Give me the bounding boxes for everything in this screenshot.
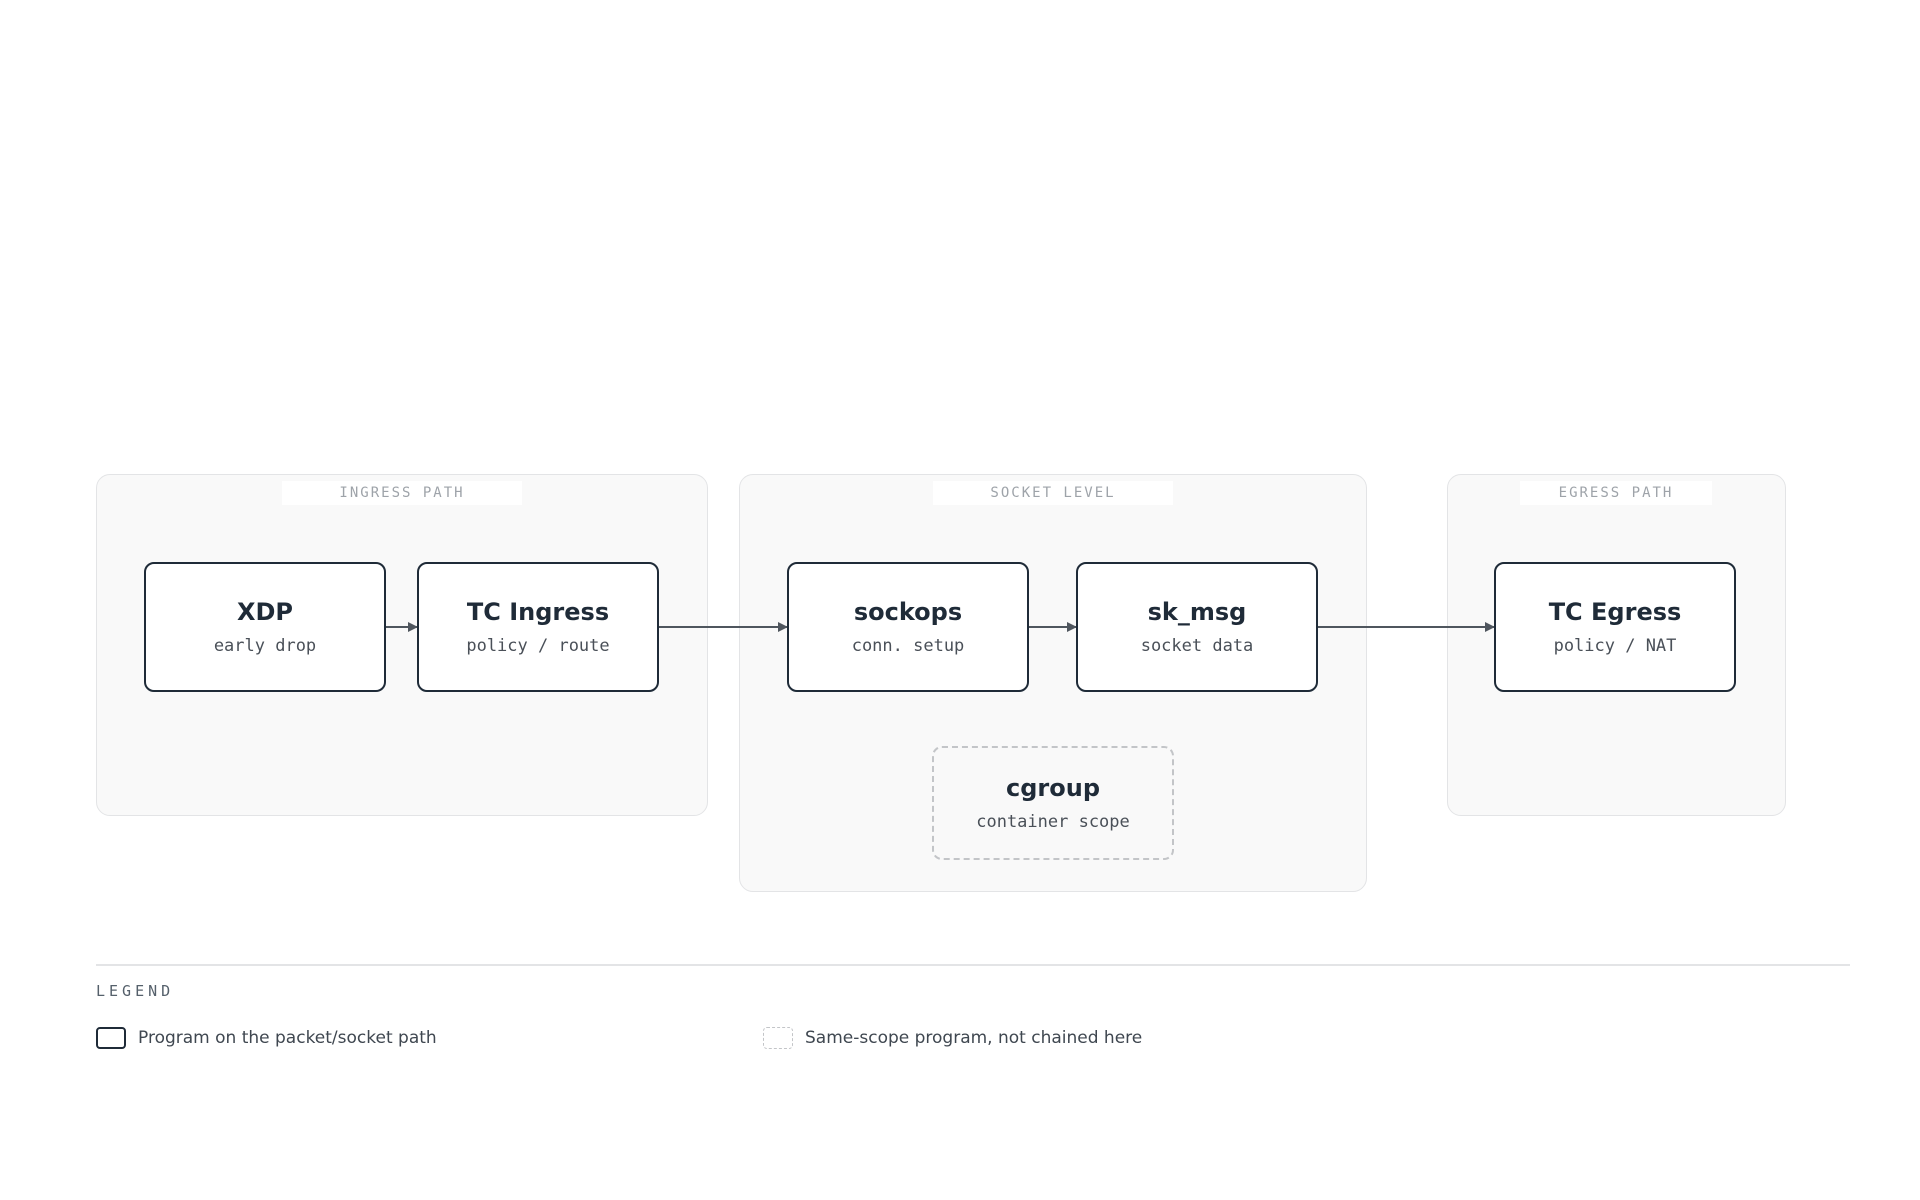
node-tc-ingress-title: TC Ingress: [466, 598, 610, 626]
node-xdp-title: XDP: [236, 598, 293, 626]
node-tc-ingress-subtitle: policy / route: [466, 636, 610, 656]
node-cgroup-title: cgroup: [1006, 774, 1100, 802]
legend-label-solid: Program on the packet/socket path: [138, 1028, 437, 1048]
legend-title: LEGEND: [96, 982, 175, 1000]
node-tc-ingress: TC Ingress policy / route: [417, 562, 659, 692]
legend-label-dashed: Same-scope program, not chained here: [805, 1028, 1143, 1048]
node-sk-msg: sk_msg socket data: [1076, 562, 1318, 692]
node-sk-msg-subtitle: socket data: [1140, 636, 1254, 656]
node-xdp-subtitle: early drop: [213, 636, 317, 656]
node-cgroup-subtitle: container scope: [976, 812, 1130, 832]
node-sk-msg-title: sk_msg: [1147, 598, 1247, 626]
node-xdp: XDP early drop: [144, 562, 386, 692]
legend-item-solid: Program on the packet/socket path: [96, 1026, 437, 1050]
node-tc-egress: TC Egress policy / NAT: [1494, 562, 1736, 692]
node-tc-egress-title: TC Egress: [1548, 598, 1682, 626]
node-sockops-subtitle: conn. setup: [851, 636, 965, 656]
legend-swatch-solid: [96, 1027, 126, 1049]
node-sockops-title: sockops: [853, 598, 963, 626]
legend-swatch-dashed: [763, 1027, 793, 1049]
node-sockops: sockops conn. setup: [787, 562, 1029, 692]
legend-divider: [96, 964, 1850, 966]
legend-item-dashed: Same-scope program, not chained here: [763, 1026, 1142, 1050]
node-tc-egress-subtitle: policy / NAT: [1553, 636, 1677, 656]
node-cgroup: cgroup container scope: [932, 746, 1174, 860]
